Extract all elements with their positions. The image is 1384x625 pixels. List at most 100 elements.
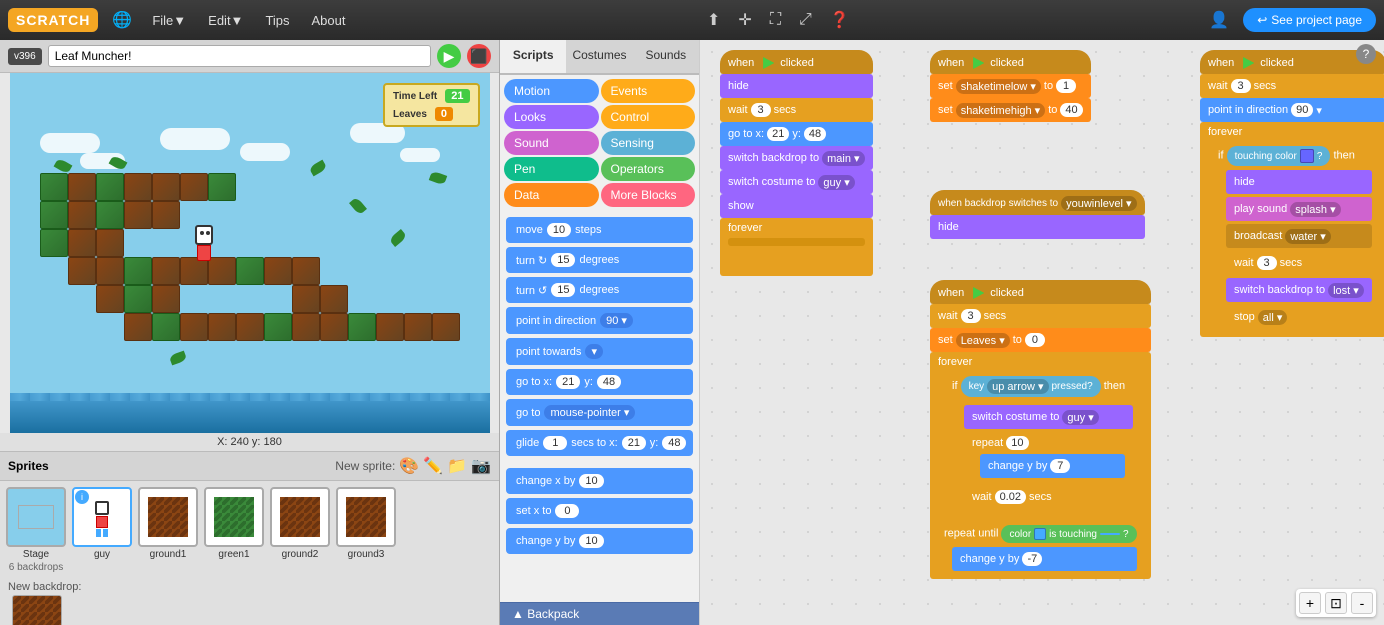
block-hide-1[interactable]: hide [720,74,873,98]
block-move[interactable]: move 10 steps [506,217,693,243]
change-y-val-4[interactable]: 7 [1050,459,1070,473]
block-point-towards[interactable]: point towards ▾ [506,338,693,365]
block-set-shaketimelow[interactable]: set shaketimelow ▾ to 1 [930,74,1091,98]
backdrop-switches-dropdown[interactable]: youwinlevel ▾ [1061,196,1136,211]
key-dropdown[interactable]: up arrow ▾ [987,379,1048,394]
block-turn-cw[interactable]: turn ↻ 15 degrees [506,247,693,273]
hat-block-3[interactable]: when backdrop switches to youwinlevel ▾ [930,190,1145,215]
block-wait-002[interactable]: wait 0.02 secs [964,485,1133,509]
block-wait-1[interactable]: wait 3 secs [720,98,873,122]
set-x-input[interactable]: 0 [555,504,579,518]
block-go-to[interactable]: go to mouse-pointer ▾ [506,399,693,426]
block-go-to-xy[interactable]: go to x: 21 y: 48 [506,369,693,395]
shaketimelow-val[interactable]: 1 [1056,79,1076,93]
category-more-blocks[interactable]: More Blocks [601,183,696,207]
point-dir-dropdown[interactable]: 90 ▾ [600,313,633,328]
block-broadcast-water[interactable]: broadcast water ▾ [1226,224,1372,248]
category-data[interactable]: Data [504,183,599,207]
shaketimehigh-val[interactable]: 40 [1060,103,1082,117]
scratch-logo[interactable]: SCRATCH [8,8,98,32]
block-switch-costume-1[interactable]: switch costume to guy ▾ [720,170,873,194]
block-set-shaketimehigh[interactable]: set shaketimehigh ▾ to 40 [930,98,1091,122]
block-wait-4[interactable]: wait 3 secs [930,304,1151,328]
point-dir-val-5[interactable]: 90 [1291,103,1313,117]
turn-cw-input[interactable]: 15 [551,253,575,267]
block-change-y-neg[interactable]: change y by -7 [952,547,1137,571]
wait-val-5b[interactable]: 3 [1257,256,1277,270]
block-point-dir-5[interactable]: point in direction 90▾ [1200,98,1384,122]
block-change-x[interactable]: change x by 10 [506,468,693,494]
category-motion[interactable]: Motion [504,79,599,103]
sprite-item-stage[interactable]: Stage 6 backdrops [6,487,66,573]
edit-menu[interactable]: Edit▼ [202,9,249,32]
touching-color-bool[interactable]: touching color ? [1227,146,1331,166]
go-to-dropdown[interactable]: mouse-pointer ▾ [544,405,635,420]
leaves-val[interactable]: 0 [1025,333,1045,347]
block-forever-5[interactable]: forever if touching color ? then hide pl… [1200,122,1384,337]
hat-block-4[interactable]: when clicked [930,280,1151,304]
backdrop-dropdown-1[interactable]: main ▾ [822,151,864,166]
sprite-item-ground1[interactable]: ground1 [138,487,198,573]
block-turn-ccw[interactable]: turn ↺ 15 degrees [506,277,693,303]
zoom-reset-btn[interactable]: ⊡ [1325,592,1347,614]
sprite-item-ground3[interactable]: ground3 [336,487,396,573]
wait-val-4[interactable]: 3 [961,309,981,323]
help-toolbar-icon[interactable]: ❓ [826,6,854,34]
upload-icon[interactable]: ⬆ [703,6,724,34]
block-wait-5[interactable]: wait 3 secs [1200,74,1384,98]
tips-menu[interactable]: Tips [259,9,295,32]
glide-secs-input[interactable]: 1 [543,436,567,450]
category-sensing[interactable]: Sensing [601,131,696,155]
turn-ccw-input[interactable]: 15 [551,283,575,297]
costume-dropdown-1[interactable]: guy ▾ [818,175,854,190]
change-x-input[interactable]: 10 [579,474,603,488]
category-pen[interactable]: Pen [504,157,599,181]
goto-y-1[interactable]: 48 [804,127,826,141]
category-sound[interactable]: Sound [504,131,599,155]
glide-y-input[interactable]: 48 [662,436,686,450]
key-pressed-bool[interactable]: key up arrow ▾ pressed? [961,376,1101,397]
stop-dropdown[interactable]: all ▾ [1258,310,1288,325]
block-costume-guy[interactable]: switch costume to guy ▾ [964,405,1133,429]
leaves-dropdown[interactable]: Leaves ▾ [956,333,1010,348]
globe-icon[interactable]: 🌐 [108,6,136,34]
block-glide[interactable]: glide 1 secs to x: 21 y: 48 [506,430,693,456]
block-change-y[interactable]: change y by 10 [506,528,693,554]
upload-sprite-icon[interactable]: ✏️ [423,456,443,476]
glide-x-input[interactable]: 21 [622,436,646,450]
color-touching-bool[interactable]: color is touching ? [1001,525,1136,543]
block-hide-2[interactable]: hide [930,215,1145,239]
block-play-sound-splash[interactable]: play sound splash ▾ [1226,197,1372,221]
stage-view-button[interactable]: v396 [8,48,42,65]
tab-costumes[interactable]: Costumes [566,40,632,73]
block-point-direction[interactable]: point in direction 90 ▾ [506,307,693,334]
go-to-x-input[interactable]: 21 [556,375,580,389]
block-switch-backdrop-lost[interactable]: switch backdrop to lost ▾ [1226,278,1372,302]
hat-block-2[interactable]: when clicked [930,50,1091,74]
sprite-item-guy[interactable]: i guy [72,487,132,573]
backpack-bar[interactable]: ▲ Backpack [500,602,699,625]
go-to-y-input[interactable]: 48 [597,375,621,389]
block-set-leaves[interactable]: set Leaves ▾ to 0 [930,328,1151,352]
sound-splash-dropdown[interactable]: splash ▾ [1290,202,1340,217]
point-towards-dropdown[interactable]: ▾ [585,344,603,359]
if-touching-color[interactable]: if touching color ? then hide play sound… [1212,142,1378,333]
file-menu[interactable]: File▼ [146,9,192,32]
block-stop-all[interactable]: stop all ▾ [1226,305,1372,329]
help-btn[interactable]: ? [1356,44,1376,64]
see-project-btn[interactable]: ↩ See project page [1243,8,1376,32]
repeat-until-block[interactable]: repeat until color is touching ? change … [938,521,1143,575]
block-show-1[interactable]: show [720,194,873,218]
repeat-val-4[interactable]: 10 [1006,436,1028,450]
category-control[interactable]: Control [601,105,696,129]
green-flag-button[interactable]: ▶ [437,44,461,68]
account-icon[interactable]: 👤 [1205,6,1233,34]
file-sprite-icon[interactable]: 📁 [447,456,467,476]
tab-sounds[interactable]: Sounds [633,40,699,73]
wait-val-5[interactable]: 3 [1231,79,1251,93]
costume-guy-dropdown[interactable]: guy ▾ [1062,410,1098,425]
paint-sprite-icon[interactable]: 🎨 [399,456,419,476]
block-forever-4[interactable]: forever if key up arrow ▾ pressed? then … [930,352,1151,579]
block-set-x[interactable]: set x to 0 [506,498,693,524]
block-switch-backdrop-1[interactable]: switch backdrop to main ▾ [720,146,873,170]
